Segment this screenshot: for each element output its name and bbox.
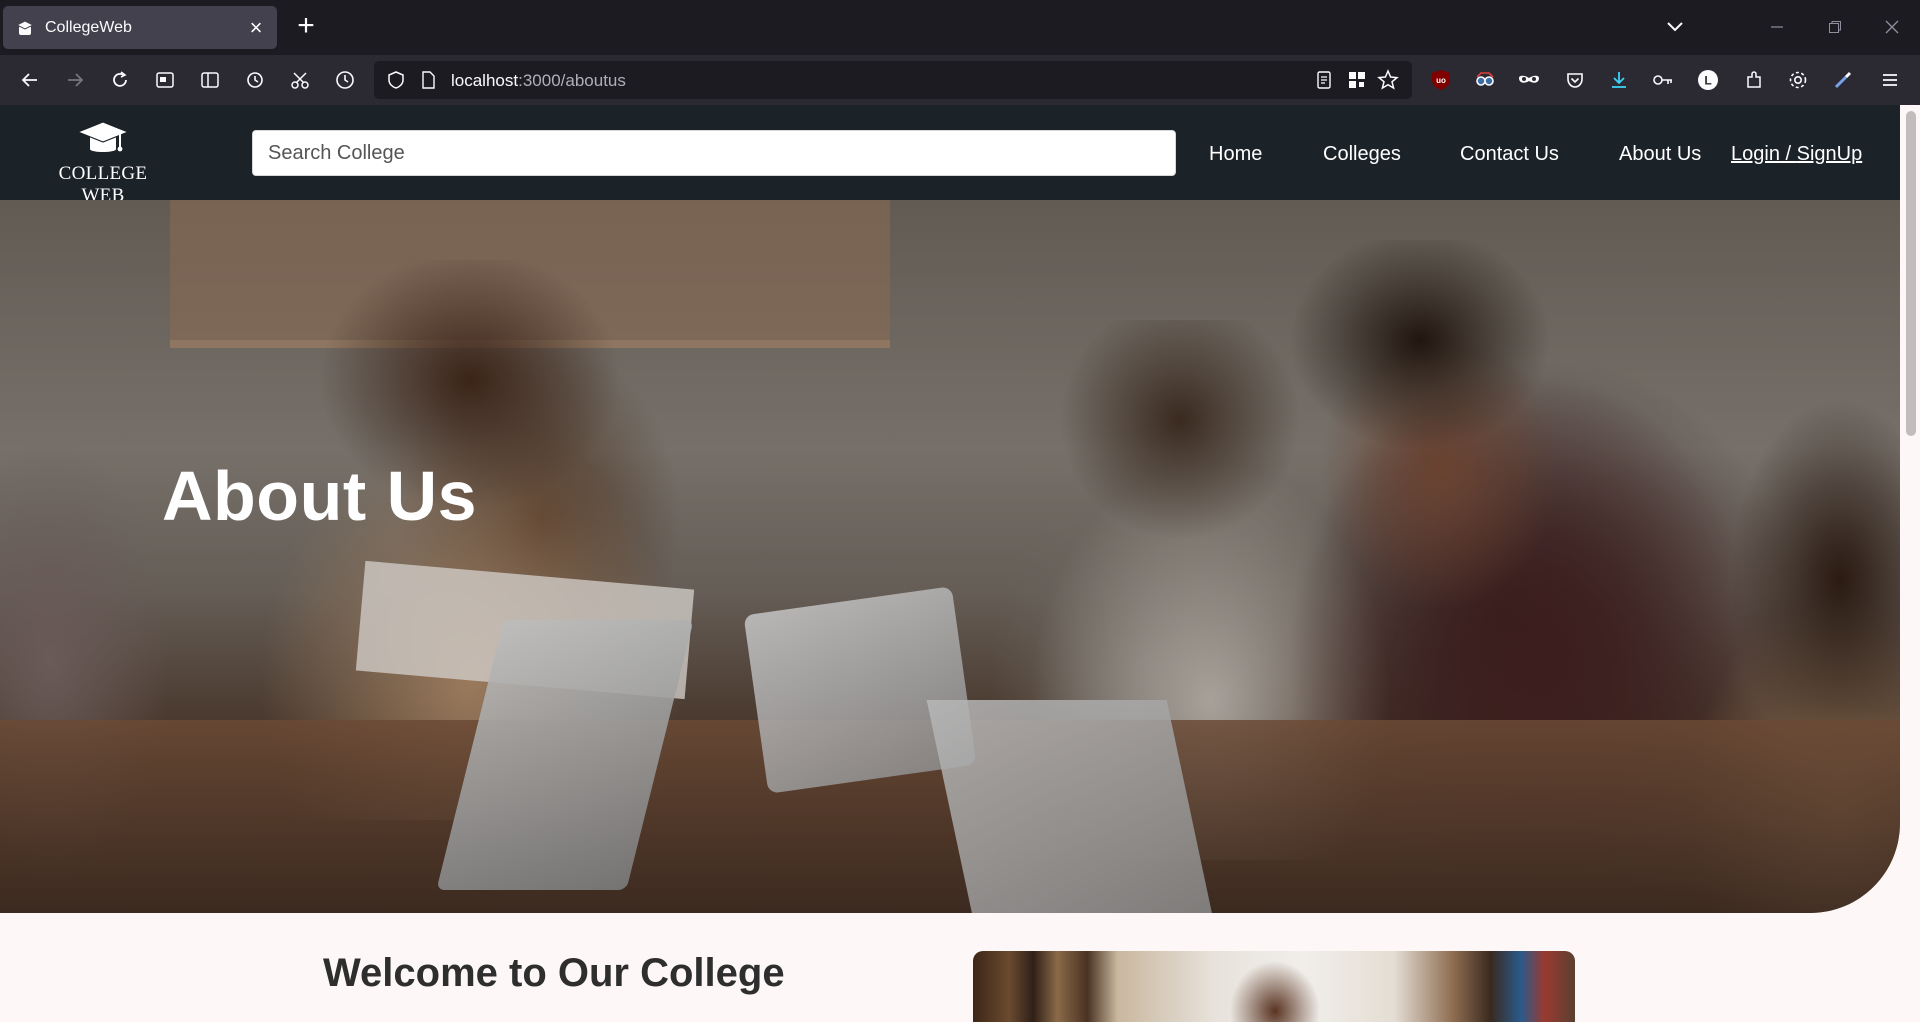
college-library-image	[973, 951, 1575, 1022]
browser-toolbar: localhost:3000/aboutus uo L	[0, 55, 1920, 105]
svg-text:uo: uo	[1436, 76, 1446, 85]
nav-about-link[interactable]: About Us	[1619, 143, 1701, 166]
page-scrollbar[interactable]	[1900, 105, 1920, 1022]
history-back-icon[interactable]	[241, 66, 269, 94]
sidebar-icon[interactable]	[196, 66, 224, 94]
hero-banner: About Us	[0, 200, 1900, 913]
browser-tab[interactable]: CollegeWeb ×	[3, 6, 277, 49]
page-viewport: COLLEGE WEB Home Colleges Contact Us Abo…	[0, 105, 1920, 1022]
url-text[interactable]: localhost:3000/aboutus	[451, 71, 626, 91]
close-window-icon[interactable]	[1872, 10, 1912, 44]
nav-colleges-link[interactable]: Colleges	[1323, 143, 1401, 166]
url-path: :3000/aboutus	[518, 71, 626, 90]
account-icon[interactable]: L	[1694, 66, 1722, 94]
nav-contact-link[interactable]: Contact Us	[1460, 143, 1559, 166]
minimize-icon[interactable]	[1757, 10, 1797, 44]
qr-code-icon[interactable]	[1343, 66, 1371, 94]
glasses-extension-icon[interactable]	[1471, 66, 1499, 94]
pocket-icon[interactable]	[1561, 66, 1589, 94]
graduation-cap-icon	[15, 18, 35, 38]
chevron-down-icon[interactable]	[1660, 14, 1690, 40]
site-logo[interactable]: COLLEGE WEB	[38, 119, 168, 206]
login-separator: /	[1779, 143, 1797, 165]
close-tab-icon[interactable]: ×	[241, 16, 271, 39]
new-tab-button[interactable]: +	[291, 11, 321, 42]
back-icon[interactable]	[16, 66, 44, 94]
screenshot-icon[interactable]	[151, 66, 179, 94]
extensions-icon[interactable]	[1740, 66, 1768, 94]
mask-icon[interactable]	[1515, 66, 1543, 94]
signup-link[interactable]: SignUp	[1797, 143, 1863, 165]
ublock-icon[interactable]: uo	[1427, 66, 1455, 94]
welcome-heading: Welcome to Our College	[323, 951, 785, 995]
search-input[interactable]	[252, 130, 1176, 176]
gear-icon[interactable]	[1784, 66, 1812, 94]
hero-title: About Us	[162, 457, 478, 535]
download-icon[interactable]	[1605, 66, 1633, 94]
nav-home-link[interactable]: Home	[1209, 143, 1262, 166]
page-icon	[414, 66, 442, 94]
graduation-cap-logo-icon	[76, 121, 130, 152]
clock-icon[interactable]	[331, 66, 359, 94]
login-signup: Login / SignUp	[1731, 143, 1862, 166]
forward-icon[interactable]	[61, 66, 89, 94]
shield-icon[interactable]	[382, 66, 410, 94]
reload-icon[interactable]	[106, 66, 134, 94]
key-icon[interactable]	[1649, 66, 1677, 94]
login-link[interactable]: Login	[1731, 143, 1780, 165]
restore-icon[interactable]	[1815, 10, 1855, 44]
scissors-icon[interactable]	[286, 66, 314, 94]
color-picker-icon[interactable]	[1829, 66, 1857, 94]
svg-text:L: L	[1704, 74, 1711, 88]
url-bar[interactable]: localhost:3000/aboutus	[374, 61, 1412, 99]
tab-title: CollegeWeb	[45, 18, 132, 36]
bookmark-star-icon[interactable]	[1374, 66, 1402, 94]
browser-tab-bar: CollegeWeb × +	[0, 0, 1920, 55]
site-navbar: COLLEGE WEB Home Colleges Contact Us Abo…	[0, 105, 1900, 206]
hero-photo-laptop	[926, 700, 1214, 913]
menu-icon[interactable]	[1876, 66, 1904, 94]
scrollbar-thumb[interactable]	[1906, 111, 1916, 436]
url-host: localhost	[451, 71, 519, 90]
reader-view-icon[interactable]	[1310, 66, 1338, 94]
